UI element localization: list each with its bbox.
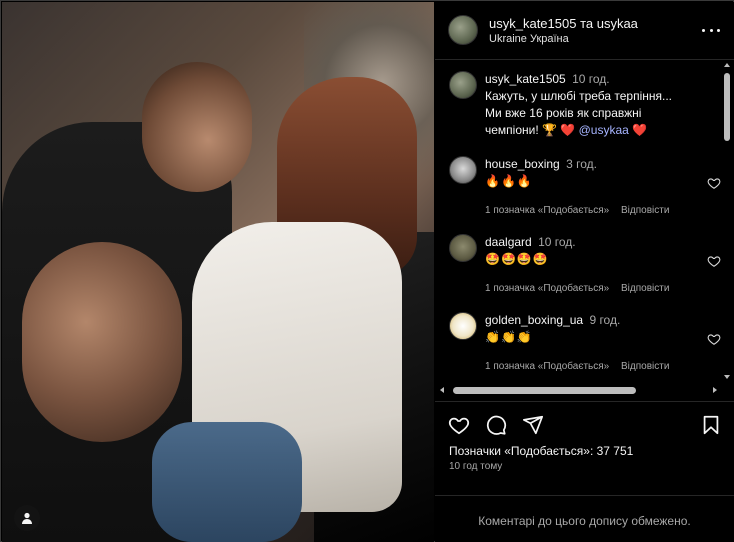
comment-avatar[interactable] — [449, 312, 477, 340]
post-time: 10 год тому — [449, 461, 503, 472]
post-photo[interactable] — [2, 2, 434, 542]
caption-avatar[interactable] — [449, 71, 477, 99]
comment-time: 9 год. — [589, 313, 621, 327]
mention-link[interactable]: @usykaa — [579, 123, 629, 137]
comment-text: 👏👏👏 — [485, 330, 533, 344]
scroll-down-icon[interactable] — [724, 375, 730, 379]
bookmark-icon[interactable] — [700, 414, 722, 436]
comment-bubble-icon[interactable] — [485, 414, 507, 436]
comment-avatar[interactable] — [449, 156, 477, 184]
caption-username[interactable]: usyk_kate1505 — [485, 72, 566, 86]
vertical-scrollbar[interactable] — [722, 61, 732, 381]
reply-button[interactable]: Відповісти — [621, 361, 669, 372]
post-actions: Позначки «Подобається»: 37 751 10 год то… — [435, 401, 734, 501]
scroll-right-icon[interactable] — [713, 387, 717, 393]
comments-list: usyk_kate1505 10 год. Кажуть, у шлюбі тр… — [435, 61, 734, 401]
comment-likes[interactable]: 1 позначка «Подобається» — [485, 283, 609, 294]
post-header: usyk_kate1505 та usykaa Ukraine Україна — [435, 2, 734, 60]
owner-username[interactable]: usyk_kate1505 та usykaa — [489, 16, 638, 31]
comment-time: 10 год. — [538, 235, 576, 249]
comments-disabled-note: Коментарі до цього допису обмежено. — [478, 514, 691, 528]
paper-plane-icon[interactable] — [522, 414, 544, 436]
scrollbar-thumb[interactable] — [724, 73, 730, 141]
instagram-post-window: usyk_kate1505 та usykaa Ukraine Україна … — [0, 0, 734, 542]
comment-username[interactable]: golden_boxing_ua — [485, 313, 583, 327]
heart-icon[interactable] — [707, 332, 721, 346]
reply-button[interactable]: Відповісти — [621, 205, 669, 216]
horizontal-scrollbar[interactable] — [435, 383, 722, 399]
comment-text: 🤩🤩🤩🤩 — [485, 252, 549, 266]
comment-avatar[interactable] — [449, 234, 477, 262]
trophy-icon: 🏆 — [542, 123, 557, 137]
heart-icon[interactable] — [707, 176, 721, 190]
scroll-up-icon[interactable] — [724, 63, 730, 67]
comment-text: 🔥🔥🔥 — [485, 174, 533, 188]
scroll-left-icon[interactable] — [440, 387, 444, 393]
comment-time: 3 год. — [566, 157, 597, 171]
post-location[interactable]: Ukraine Україна — [489, 33, 569, 45]
person-tag-icon[interactable] — [14, 505, 40, 531]
heart-emoji-icon: ❤️ — [632, 123, 648, 137]
reply-button[interactable]: Відповісти — [621, 283, 669, 294]
comment-likes[interactable]: 1 позначка «Подобається» — [485, 205, 609, 216]
comment-likes[interactable]: 1 позначка «Подобається» — [485, 361, 609, 372]
caption-line-1: Кажуть, у шлюбі треба терпіння... — [485, 89, 673, 103]
photo-jeans — [152, 422, 302, 542]
heart-icon[interactable] — [448, 414, 470, 436]
photo-man-head — [142, 62, 252, 192]
comment-username[interactable]: daalgard — [485, 235, 532, 249]
likes-count[interactable]: Позначки «Подобається»: 37 751 — [449, 444, 633, 458]
heart-icon[interactable] — [707, 254, 721, 268]
heart-emoji-icon: ❤️ — [560, 123, 576, 137]
more-options-icon[interactable] — [702, 23, 720, 37]
caption-time: 10 год. — [572, 72, 610, 86]
caption-line-3: чемпіони! — [485, 123, 539, 137]
caption-line-2: Ми вже 16 років як справжні — [485, 106, 642, 120]
comments-footer: Коментарі до цього допису обмежено. — [435, 495, 734, 542]
photo-tattoo-arm — [22, 242, 182, 442]
scrollbar-thumb[interactable] — [453, 387, 636, 394]
owner-avatar[interactable] — [448, 15, 478, 45]
comment-username[interactable]: house_boxing — [485, 157, 560, 171]
post-side-panel: usyk_kate1505 та usykaa Ukraine Україна … — [435, 2, 734, 542]
